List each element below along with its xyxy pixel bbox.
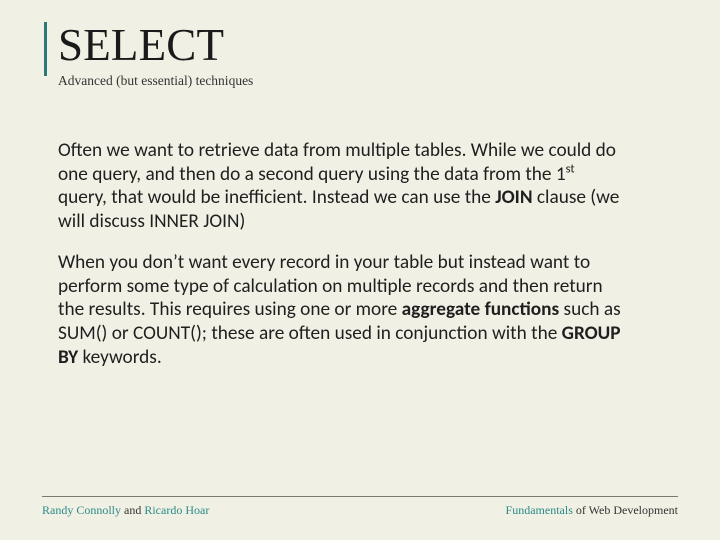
- p2-aggregate-bold: aggregate functions: [402, 298, 560, 321]
- footer-author-1: Randy Connolly: [42, 503, 121, 517]
- p2-text-c: keywords.: [78, 346, 162, 369]
- slide-subtitle: Advanced (but essential) techniques: [58, 73, 662, 89]
- p1-join-bold: JOIN: [495, 186, 532, 209]
- footer-divider: [42, 496, 678, 497]
- accent-bar: [44, 22, 47, 76]
- p1-superscript: st: [566, 161, 575, 176]
- footer-row: Randy Connolly and Ricardo Hoar Fundamen…: [42, 503, 678, 518]
- footer-book: Fundamentals of Web Development: [506, 503, 678, 518]
- footer-authors: Randy Connolly and Ricardo Hoar: [42, 503, 209, 518]
- p1-text-b: query, that would be inefficient. Instea…: [58, 186, 495, 209]
- slide-title: SELECT: [58, 22, 662, 69]
- p1-text-a: Often we want to retrieve data from mult…: [58, 139, 616, 186]
- slide: SELECT Advanced (but essential) techniqu…: [0, 0, 720, 540]
- footer: Randy Connolly and Ricardo Hoar Fundamen…: [42, 496, 678, 518]
- footer-book-rest: of Web Development: [573, 503, 678, 517]
- footer-author-2: Ricardo Hoar: [144, 503, 209, 517]
- paragraph-2: When you don’t want every record in your…: [58, 251, 622, 369]
- footer-book-word: Fundamentals: [506, 503, 573, 517]
- body-text: Often we want to retrieve data from mult…: [58, 139, 662, 369]
- paragraph-1: Often we want to retrieve data from mult…: [58, 139, 622, 233]
- footer-and: and: [121, 503, 144, 517]
